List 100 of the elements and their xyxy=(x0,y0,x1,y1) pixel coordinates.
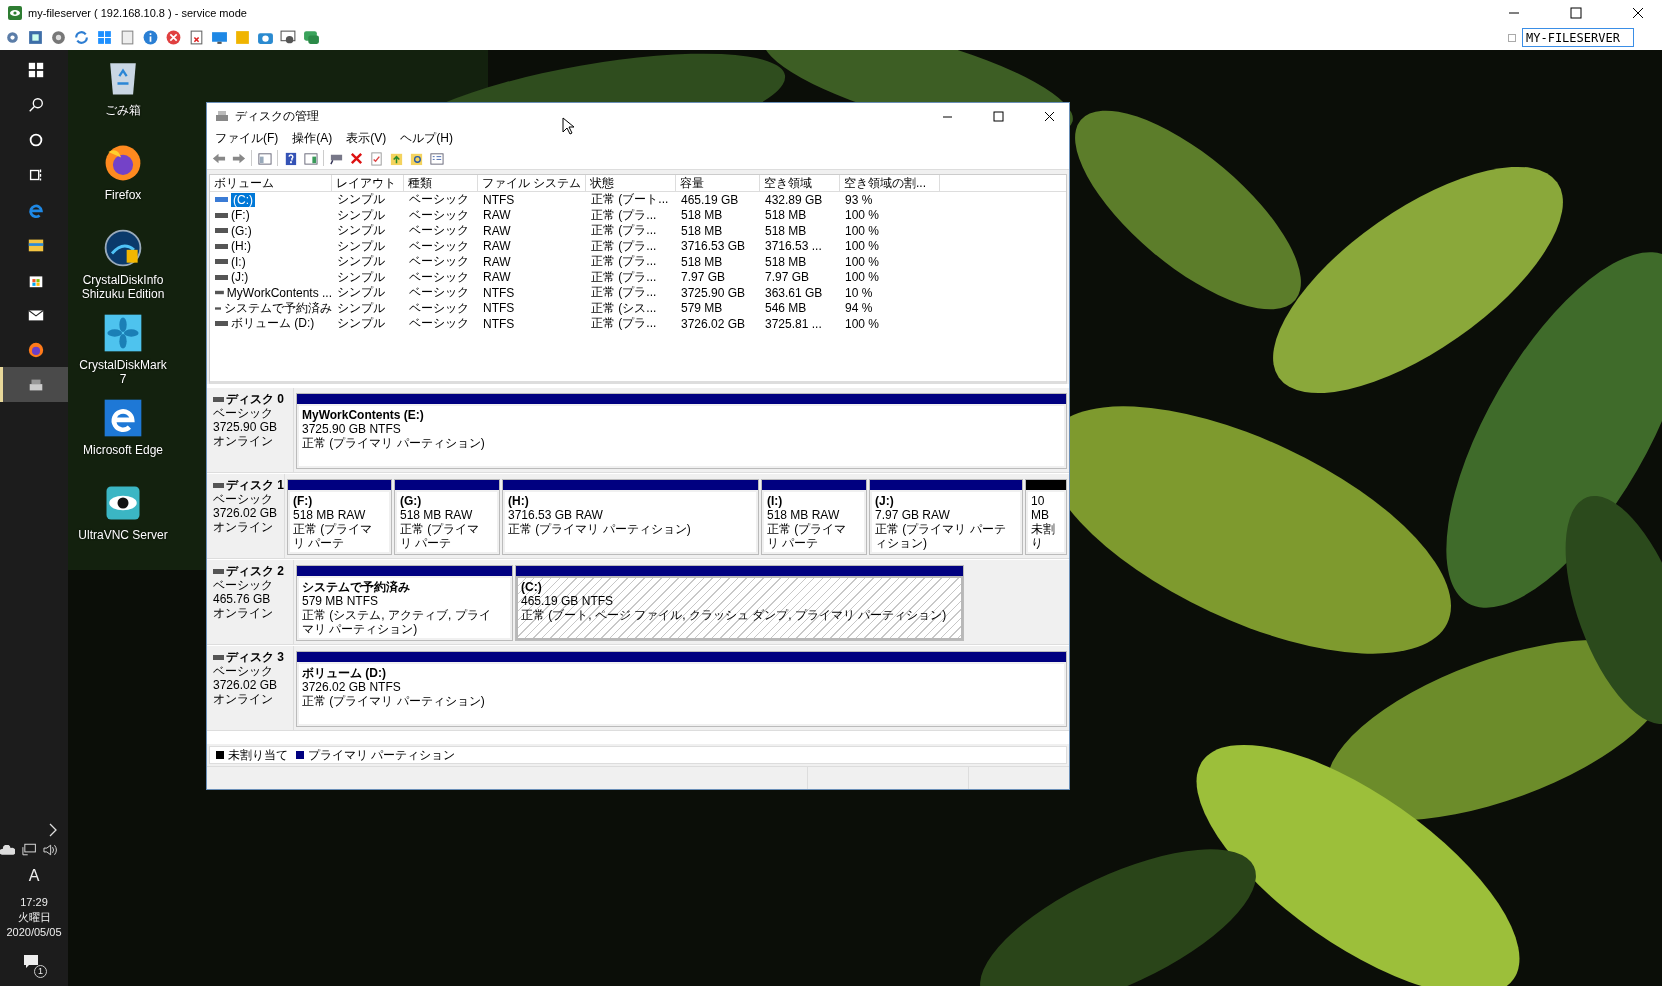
table-cell[interactable]: ボリューム (D:) xyxy=(231,315,315,333)
table-cell: 93 % xyxy=(845,192,873,207)
clock-day: 火曜日 xyxy=(17,910,51,925)
partition-size: 3716.53 GB RAW xyxy=(508,508,603,522)
table-cell[interactable]: システムで予約済み xyxy=(224,299,332,317)
console-icon[interactable] xyxy=(257,150,272,166)
table-cell: シンプル xyxy=(337,222,385,240)
table-cell[interactable]: (I:) xyxy=(231,254,246,269)
partition-status: 正常 (プライマリ パーティション) xyxy=(302,436,485,450)
partition[interactable]: MyWorkContents (E:) 3725.90 GB NTFS 正常 (プライマリ パーティション) xyxy=(296,393,1067,469)
column-header[interactable]: 容量 xyxy=(676,175,760,191)
desktop-icon-label[interactable]: CrystalDiskMark 7 xyxy=(78,358,168,386)
maximize-icon[interactable] xyxy=(993,110,1004,122)
maximize-icon[interactable] xyxy=(1570,6,1582,19)
partition[interactable]: システムで予約済み 579 MB NTFS 正常 (システム, アクティブ, プライマリ パーティション) xyxy=(296,565,513,641)
table-cell[interactable]: (H:) xyxy=(231,239,251,254)
column-header[interactable]: 空き領域の割... xyxy=(840,175,940,191)
partition-status: 正常 (プライマリ パーティション) xyxy=(875,522,1007,550)
monitor-icon[interactable] xyxy=(280,29,297,46)
table-cell[interactable]: MyWorkContents ... xyxy=(226,285,332,300)
close-icon[interactable] xyxy=(1632,6,1644,19)
drive-icon xyxy=(215,259,228,265)
disk-size: 465.76 GB xyxy=(213,592,272,606)
network-icon[interactable] xyxy=(21,843,37,857)
checkbox-icon[interactable] xyxy=(1508,33,1516,42)
checklist-icon[interactable] xyxy=(369,150,384,166)
monitor-icon[interactable] xyxy=(211,29,228,46)
refresh-icon[interactable] xyxy=(73,29,90,46)
column-header[interactable]: 空き領域 xyxy=(760,175,840,191)
disk-status: オンライン xyxy=(213,434,274,448)
menu-item[interactable]: ヘルプ(H) xyxy=(400,129,453,147)
desktop-icon-label[interactable]: ごみ箱 xyxy=(78,103,168,117)
clock-time: 17:29 xyxy=(20,895,48,910)
table-cell: 正常 (プラ... xyxy=(591,222,657,240)
taskbar-button[interactable] xyxy=(0,367,68,402)
column-header[interactable]: ボリューム xyxy=(210,175,332,191)
chevron-icon[interactable] xyxy=(48,823,58,837)
partition-size: 3725.90 GB NTFS xyxy=(302,422,401,436)
disk-type: ベーシック xyxy=(213,492,274,506)
document-icon[interactable] xyxy=(188,29,205,46)
close-icon[interactable] xyxy=(1044,110,1055,122)
partition[interactable]: (G:) 518 MB RAW 正常 (プライマリ パーテ xyxy=(394,479,500,555)
stop-icon[interactable] xyxy=(165,29,182,46)
table-cell[interactable]: (F:) xyxy=(231,208,250,223)
table-cell[interactable]: (J:) xyxy=(231,270,249,285)
notification-icon[interactable] xyxy=(23,954,39,970)
partition[interactable]: (I:) 518 MB RAW 正常 (プライマリ パーテ xyxy=(761,479,867,555)
panel-icon[interactable] xyxy=(303,150,318,166)
table-cell[interactable]: (G:) xyxy=(231,223,252,238)
partition[interactable]: ボリューム (D:) 3726.02 GB NTFS 正常 (プライマリ パーティション) xyxy=(296,651,1067,727)
table-cell: 100 % xyxy=(845,208,880,223)
table-cell: 3726.02 GB xyxy=(681,316,746,331)
table-cell: 7.97 GB xyxy=(681,270,726,285)
chat-icon[interactable] xyxy=(303,29,320,46)
disk-name: ディスク 2 xyxy=(226,564,284,578)
partition[interactable]: (J:) 7.97 GB RAW 正常 (プライマリ パーティション) xyxy=(869,479,1023,555)
table-cell: ベーシック xyxy=(409,315,469,333)
disk-status: オンライン xyxy=(213,520,274,534)
speaker-icon[interactable] xyxy=(42,843,58,857)
delete-icon[interactable] xyxy=(349,150,364,166)
windows-logo-icon[interactable] xyxy=(26,60,45,79)
clock-date: 2020/05/05 xyxy=(6,925,62,940)
help-icon[interactable] xyxy=(283,150,298,166)
table-cell[interactable]: (C:) xyxy=(231,192,255,207)
table-cell: シンプル xyxy=(337,284,385,302)
table-cell: NTFS xyxy=(483,285,515,300)
column-header[interactable]: ファイル システム xyxy=(478,175,586,191)
desktop-icon-label[interactable]: UltraVNC Server xyxy=(78,528,168,542)
disk-size: 3725.90 GB xyxy=(213,420,279,434)
table-cell: 100 % xyxy=(845,223,880,238)
menu-item[interactable]: 表示(V) xyxy=(346,129,387,147)
desktop-icon-label[interactable]: Firefox xyxy=(78,188,168,202)
partition[interactable]: (C:) 465.19 GB NTFS 正常 (ブート, ページ ファイル, クラッシュ ダンプ, プライマリ パーティション) xyxy=(515,565,964,641)
table-cell: NTFS xyxy=(483,301,515,316)
table-cell: ベーシック xyxy=(409,268,469,286)
disk-type: ベーシック xyxy=(213,664,274,678)
partition-name: (C:) xyxy=(521,580,542,594)
info-icon[interactable] xyxy=(142,29,159,46)
column-header[interactable]: 状態 xyxy=(586,175,676,191)
table-cell: ベーシック xyxy=(409,222,469,240)
partition[interactable]: (H:) 3716.53 GB RAW 正常 (プライマリ パーティション) xyxy=(502,479,759,555)
menu-item[interactable]: 操作(A) xyxy=(292,129,333,147)
partition[interactable]: (F:) 518 MB RAW 正常 (プライマリ パーテ xyxy=(287,479,392,555)
desktop-icon-label[interactable]: CrystalDiskInfo Shizuku Edition xyxy=(78,273,168,301)
column-header[interactable]: レイアウト xyxy=(332,175,404,191)
browser-icon[interactable] xyxy=(26,340,45,359)
hostname-field[interactable]: MY-FILESERVER xyxy=(1522,28,1634,47)
partition-name: MyWorkContents (E:) xyxy=(302,408,424,422)
input-indicator[interactable]: A xyxy=(28,867,40,885)
disk-type: ベーシック xyxy=(213,578,274,592)
drive-icon xyxy=(215,197,228,203)
partition[interactable]: 10 MB 未割り xyxy=(1025,479,1067,555)
column-header[interactable]: 種類 xyxy=(404,175,478,191)
cloud-icon[interactable] xyxy=(0,845,16,855)
frame-icon[interactable] xyxy=(27,29,44,46)
partition-size: 518 MB RAW xyxy=(293,508,366,522)
properties-icon[interactable] xyxy=(429,150,444,166)
table-cell: シンプル xyxy=(337,191,385,209)
desktop-icon-label[interactable]: Microsoft Edge xyxy=(78,443,168,457)
menu-item[interactable]: ファイル(F) xyxy=(215,129,279,147)
